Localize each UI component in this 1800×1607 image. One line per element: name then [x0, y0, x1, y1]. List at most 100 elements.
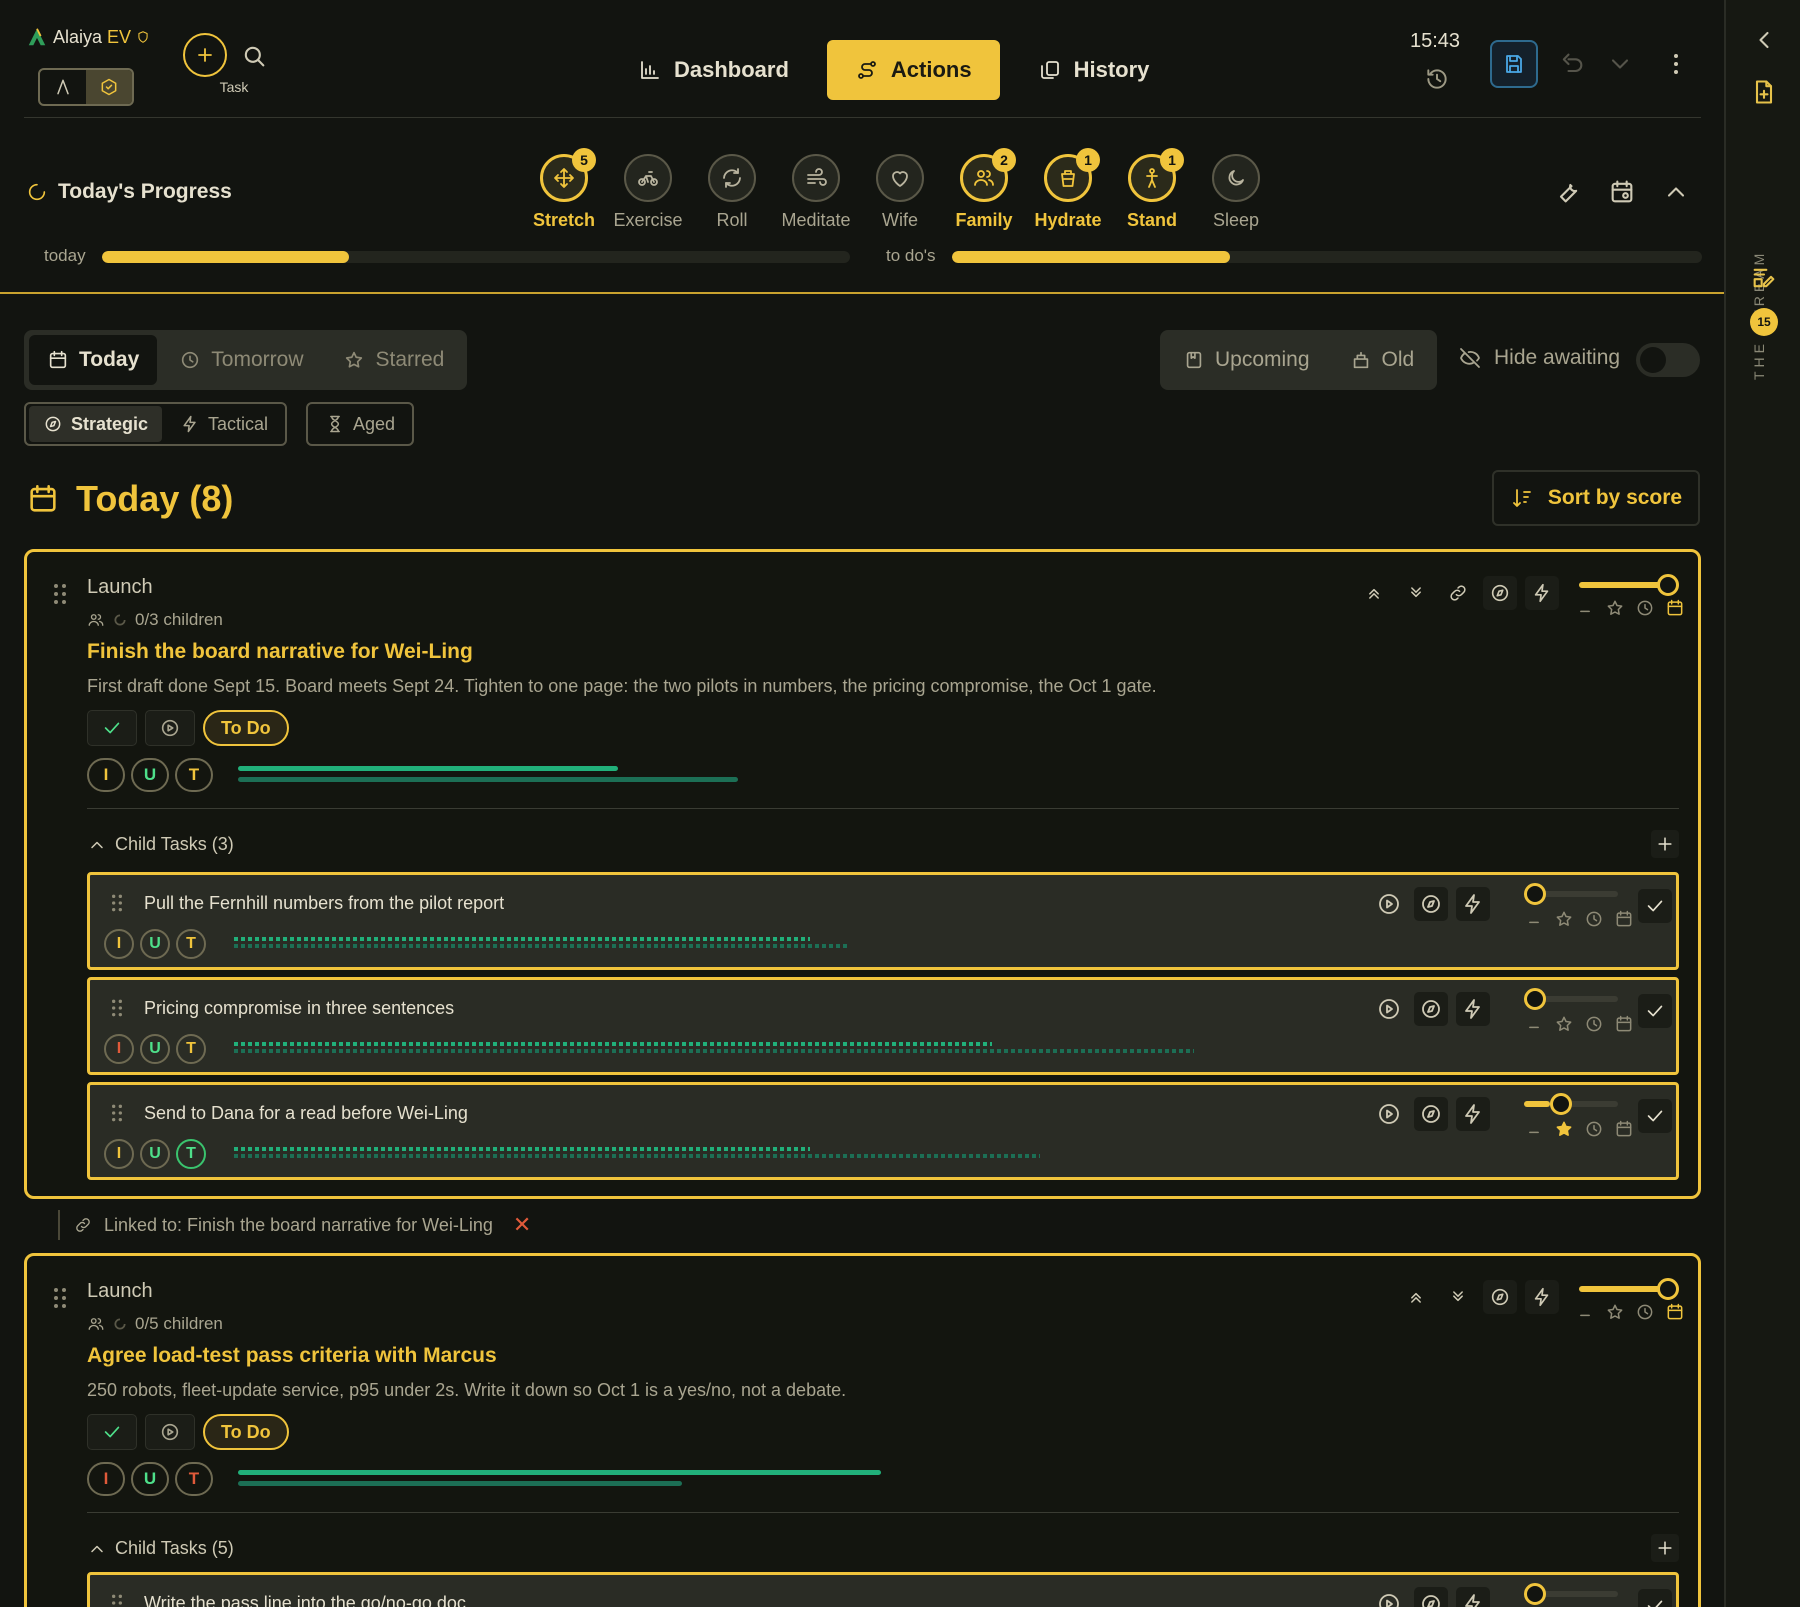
unlink-button[interactable]: ✕ [513, 1212, 531, 1238]
tractability-badge[interactable]: T [175, 1462, 213, 1496]
urgency-badge[interactable]: U [140, 1034, 170, 1064]
move-bottom-icon[interactable] [1399, 576, 1433, 610]
chip-aged[interactable]: Aged [311, 406, 409, 442]
more-menu-icon[interactable] [1664, 50, 1688, 78]
play-circle-icon[interactable] [1372, 1587, 1406, 1607]
complete-button[interactable] [87, 1414, 137, 1450]
compass-icon[interactable] [1414, 887, 1448, 921]
compass-icon[interactable] [1483, 576, 1517, 610]
task-title[interactable]: Agree load-test pass criteria with Marcu… [87, 1344, 497, 1368]
complete-child-button[interactable] [1638, 994, 1672, 1028]
nav-dashboard[interactable]: Dashboard [610, 40, 817, 100]
bolt-icon[interactable] [1456, 887, 1490, 921]
priority-slider[interactable] [1579, 574, 1679, 598]
habit-exercise[interactable]: Exercise [606, 154, 690, 231]
chip-strategic[interactable]: Strategic [29, 406, 163, 442]
complete-child-button[interactable] [1638, 1099, 1672, 1133]
compass-icon[interactable] [1414, 1097, 1448, 1131]
bolt-icon[interactable] [1525, 1280, 1559, 1314]
drag-handle-icon[interactable] [110, 998, 124, 1022]
urgency-badge[interactable]: U [131, 1462, 169, 1496]
importance-badge[interactable]: I [87, 758, 125, 792]
tractability-badge[interactable]: T [176, 1139, 206, 1169]
play-circle-icon[interactable] [1372, 887, 1406, 921]
complete-child-button[interactable] [1638, 1589, 1672, 1607]
importance-badge[interactable]: I [104, 929, 134, 959]
mode-a-icon[interactable] [40, 70, 86, 104]
search-icon[interactable] [240, 42, 268, 70]
add-child-task-icon[interactable] [1651, 830, 1679, 858]
priority-slider[interactable] [1524, 988, 1618, 1012]
child-task-title[interactable]: Send to Dana for a read before Wei-Ling [144, 1103, 468, 1124]
complete-button[interactable] [87, 710, 137, 746]
importance-badge[interactable]: I [104, 1139, 134, 1169]
child-task[interactable]: Send to Dana for a read before Wei-Ling I… [87, 1082, 1679, 1180]
habit-roll[interactable]: Roll [690, 154, 774, 231]
habit-stretch[interactable]: 5 Stretch [522, 148, 606, 231]
bike-icon[interactable] [624, 154, 672, 202]
bolt-icon[interactable] [1456, 992, 1490, 1026]
task-card[interactable]: Launch 0/3 children Finish the board nar… [24, 549, 1701, 1199]
compass-icon[interactable] [1414, 992, 1448, 1026]
priority-slider[interactable] [1524, 883, 1618, 907]
habit-wife[interactable]: Wife [858, 154, 942, 231]
tab-tomorrow[interactable]: Tomorrow [161, 335, 321, 385]
drag-handle-icon[interactable] [110, 1593, 124, 1607]
child-task-title[interactable]: Pull the Fernhill numbers from the pilot… [144, 893, 504, 914]
child-tasks-toggle[interactable]: Child Tasks (3) [87, 834, 234, 855]
rotate-icon[interactable] [708, 154, 756, 202]
task-title[interactable]: Finish the board narrative for Wei-Ling [87, 640, 473, 664]
child-task-title[interactable]: Pricing compromise in three sentences [144, 998, 454, 1019]
priority-slider[interactable] [1579, 1278, 1679, 1302]
priority-slider[interactable] [1524, 1583, 1618, 1607]
play-circle-icon[interactable] [1372, 1097, 1406, 1131]
tab-old[interactable]: Old [1332, 335, 1433, 385]
history-clock-icon[interactable] [1424, 66, 1450, 92]
task-card[interactable]: Launch 0/5 children Agree load-test pass… [24, 1253, 1701, 1607]
collapse-rail-icon[interactable] [1750, 26, 1778, 54]
chevron-up-icon[interactable] [1662, 178, 1690, 206]
drag-handle-icon[interactable] [53, 582, 67, 606]
bolt-icon[interactable] [1456, 1587, 1490, 1607]
tractability-badge[interactable]: T [176, 929, 206, 959]
moon-icon[interactable] [1212, 154, 1260, 202]
bolt-icon[interactable] [1525, 576, 1559, 610]
status-badge[interactable]: To Do [203, 710, 289, 746]
urgency-badge[interactable]: U [140, 929, 170, 959]
drag-handle-icon[interactable] [110, 1103, 124, 1127]
tractability-badge[interactable]: T [175, 758, 213, 792]
start-button[interactable] [145, 1414, 195, 1450]
tab-upcoming[interactable]: Upcoming [1165, 335, 1328, 385]
urgency-badge[interactable]: U [140, 1139, 170, 1169]
add-child-task-icon[interactable] [1651, 1534, 1679, 1562]
habit-stand[interactable]: 1 Stand [1110, 148, 1194, 231]
undo-icon[interactable] [1558, 50, 1586, 78]
mode-toggle[interactable] [38, 68, 134, 106]
child-task[interactable]: Pricing compromise in three sentences I U T [87, 977, 1679, 1075]
drag-handle-icon[interactable] [110, 893, 124, 917]
heart-icon[interactable] [876, 154, 924, 202]
nav-actions[interactable]: Actions [826, 40, 1000, 100]
edit-note-icon[interactable] [1750, 264, 1778, 292]
child-task[interactable]: Pull the Fernhill numbers from the pilot… [87, 872, 1679, 970]
calendar-settings-icon[interactable] [1608, 178, 1636, 206]
chip-tactical[interactable]: Tactical [166, 406, 282, 442]
drag-handle-icon[interactable] [53, 1286, 67, 1310]
mode-shield-icon[interactable] [86, 70, 132, 104]
habit-meditate[interactable]: Meditate [774, 154, 858, 231]
nav-history[interactable]: History [1010, 40, 1178, 100]
tractability-badge[interactable]: T [176, 1034, 206, 1064]
tab-starred[interactable]: Starred [325, 335, 462, 385]
add-task-button[interactable] [183, 33, 227, 77]
wind-icon[interactable] [792, 154, 840, 202]
compass-icon[interactable] [1483, 1280, 1517, 1314]
bolt-icon[interactable] [1456, 1097, 1490, 1131]
compass-icon[interactable] [1414, 1587, 1448, 1607]
new-note-icon[interactable] [1750, 78, 1778, 106]
wrench-icon[interactable] [1554, 178, 1582, 206]
status-badge[interactable]: To Do [203, 1414, 289, 1450]
priority-slider[interactable] [1524, 1093, 1618, 1117]
move-bottom-icon[interactable] [1441, 1280, 1475, 1314]
importance-badge[interactable]: I [87, 1462, 125, 1496]
habit-family[interactable]: 2 Family [942, 148, 1026, 231]
